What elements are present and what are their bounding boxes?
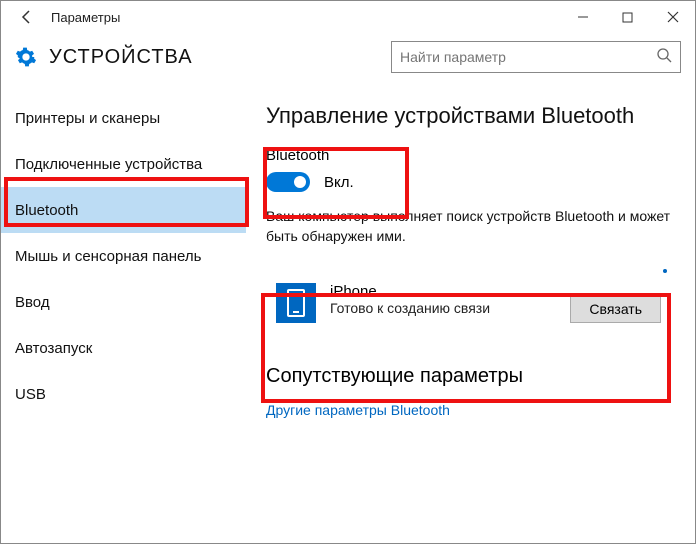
device-name: iPhone: [330, 283, 490, 300]
back-button[interactable]: [11, 1, 43, 33]
related-link-bluetooth-more[interactable]: Другие параметры Bluetooth: [266, 402, 675, 418]
phone-icon: [276, 283, 316, 323]
device-status: Готово к созданию связи: [330, 300, 490, 316]
page-heading: Управление устройствами Bluetooth: [266, 103, 675, 129]
section-title: УСТРОЙСТВА: [49, 46, 391, 69]
close-button[interactable]: [650, 1, 695, 33]
sidebar-item-mouse-touchpad[interactable]: Мышь и сенсорная панель: [1, 233, 246, 279]
content-pane: Управление устройствами Bluetooth Blueto…: [246, 91, 695, 541]
search-input[interactable]: [400, 49, 656, 65]
sidebar-item-label: Подключенные устройства: [15, 156, 202, 173]
main: Принтеры и сканеры Подключенные устройст…: [1, 91, 695, 541]
toggle-knob: [294, 176, 306, 188]
sidebar-item-printers[interactable]: Принтеры и сканеры: [1, 95, 246, 141]
gear-icon: [15, 46, 37, 68]
pair-button[interactable]: Связать: [570, 295, 661, 323]
sidebar-item-label: Мышь и сенсорная панель: [15, 248, 201, 265]
header: УСТРОЙСТВА: [1, 33, 695, 91]
bluetooth-description: Ваш компьютер выполняет поиск устройств …: [266, 206, 675, 247]
activity-indicator-icon: [663, 269, 667, 273]
arrow-left-icon: [19, 9, 35, 25]
sidebar-item-label: Ввод: [15, 294, 50, 311]
sidebar-item-label: Автозапуск: [15, 340, 92, 357]
sidebar-item-typing[interactable]: Ввод: [1, 279, 246, 325]
bluetooth-toggle[interactable]: [266, 172, 310, 192]
search-box[interactable]: [391, 41, 681, 73]
bluetooth-toggle-state: Вкл.: [324, 174, 354, 191]
window-titlebar: Параметры: [1, 1, 695, 33]
window-title: Параметры: [51, 10, 560, 25]
related-heading: Сопутствующие параметры: [266, 365, 675, 388]
sidebar-item-label: USB: [15, 386, 46, 403]
sidebar-item-label: Bluetooth: [15, 202, 78, 219]
sidebar-item-usb[interactable]: USB: [1, 371, 246, 417]
sidebar-item-autoplay[interactable]: Автозапуск: [1, 325, 246, 371]
sidebar: Принтеры и сканеры Подключенные устройст…: [1, 91, 246, 541]
sidebar-item-bluetooth[interactable]: Bluetooth: [1, 187, 246, 233]
bluetooth-toggle-row: Вкл.: [266, 172, 675, 192]
minimize-button[interactable]: [560, 1, 605, 33]
device-card[interactable]: iPhone Готово к созданию связи Связать: [266, 271, 675, 337]
maximize-button[interactable]: [605, 1, 650, 33]
bluetooth-toggle-title: Bluetooth: [266, 147, 675, 164]
window-controls: [560, 1, 695, 33]
sidebar-item-label: Принтеры и сканеры: [15, 110, 160, 127]
sidebar-item-connected-devices[interactable]: Подключенные устройства: [1, 141, 246, 187]
search-icon: [656, 47, 672, 68]
